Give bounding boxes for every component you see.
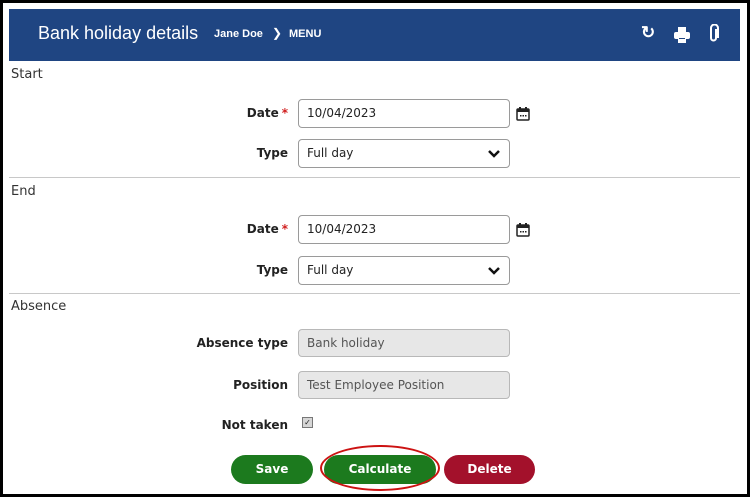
section-end-heading: End xyxy=(11,184,36,199)
end-date-label: Date * xyxy=(246,222,288,236)
end-type-label: Type xyxy=(256,263,288,277)
end-date-input[interactable]: 10/04/2023 xyxy=(298,215,510,244)
position-label: Position xyxy=(233,378,288,392)
print-icon[interactable] xyxy=(673,26,691,44)
delete-button[interactable]: Delete xyxy=(444,455,535,484)
attachment-icon[interactable] xyxy=(708,24,720,44)
calendar-icon[interactable] xyxy=(516,223,530,237)
start-type-label: Type xyxy=(256,146,288,160)
start-type-value: Full day xyxy=(307,146,354,160)
chevron-down-icon[interactable]: ❯ xyxy=(272,26,282,40)
highlight-ring xyxy=(320,445,440,491)
chevron-down-icon xyxy=(488,150,500,158)
save-button[interactable]: Save xyxy=(231,455,313,484)
page-title: Bank holiday details xyxy=(38,23,199,43)
end-type-select[interactable]: Full day xyxy=(298,256,510,285)
divider xyxy=(9,293,740,294)
not-taken-label: Not taken xyxy=(221,418,288,432)
absence-type-field: Bank holiday xyxy=(298,329,510,357)
header-bar: Bank holiday details Jane Doe ❯ MENU ↻ xyxy=(9,9,740,61)
divider xyxy=(9,177,740,178)
chevron-down-icon xyxy=(488,267,500,275)
refresh-icon[interactable]: ↻ xyxy=(641,23,655,43)
menu-button[interactable]: MENU xyxy=(289,28,321,40)
position-field: Test Employee Position xyxy=(298,371,510,399)
start-date-label: Date * xyxy=(246,106,288,120)
window-frame xyxy=(0,0,750,497)
section-absence-heading: Absence xyxy=(11,299,67,314)
end-type-value: Full day xyxy=(307,263,354,277)
absence-type-label: Absence type xyxy=(196,336,288,350)
not-taken-checkbox[interactable]: ✓ xyxy=(302,417,313,428)
section-start-heading: Start xyxy=(11,67,43,82)
calendar-icon[interactable] xyxy=(516,107,530,121)
start-date-input[interactable]: 10/04/2023 xyxy=(298,99,510,128)
start-type-select[interactable]: Full day xyxy=(298,139,510,168)
user-name[interactable]: Jane Doe xyxy=(214,28,263,40)
